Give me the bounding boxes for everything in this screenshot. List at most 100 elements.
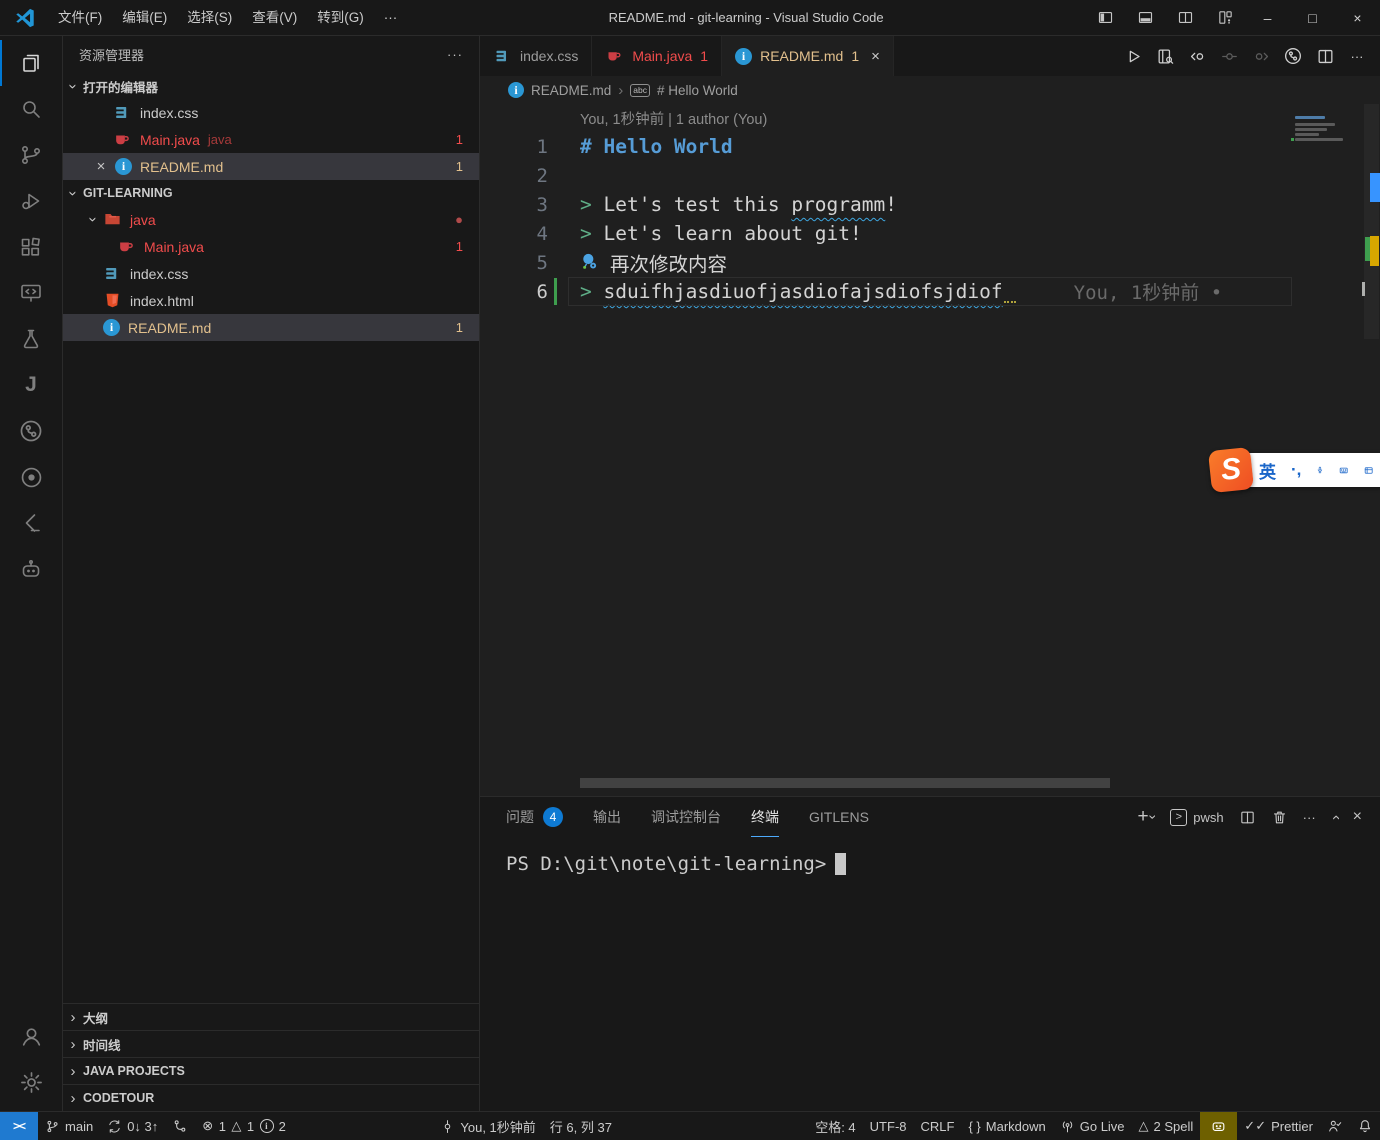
menu-view[interactable]: 查看(V) [242, 5, 307, 31]
remote-explorer-icon[interactable] [0, 270, 62, 316]
horizontal-scrollbar[interactable] [580, 778, 1110, 788]
run-button[interactable] [1118, 41, 1148, 71]
split-editor-icon[interactable] [1310, 41, 1340, 71]
spell-checker-status[interactable]: △2 Spell [1132, 1112, 1201, 1140]
ime-toolbox-icon[interactable] [1364, 461, 1373, 480]
terminal-shell-selector[interactable]: >pwsh [1170, 809, 1223, 826]
explorer-icon[interactable] [0, 40, 62, 86]
sogou-ime-toolbar[interactable]: S 英 ·, [1210, 449, 1380, 491]
markdown-preview-icon[interactable] [1150, 41, 1180, 71]
open-editor-readme-md[interactable]: × i README.md 1 [63, 153, 479, 180]
indentation-indicator[interactable]: 空格: 4 [808, 1112, 862, 1140]
notifications-bell-icon[interactable] [1350, 1112, 1380, 1140]
panel-more-actions-icon[interactable]: ··· [1303, 810, 1316, 825]
virtual-keyboard-icon[interactable] [1339, 461, 1348, 480]
encoding-indicator[interactable]: UTF-8 [863, 1112, 914, 1140]
extensions-icon[interactable] [0, 224, 62, 270]
maximize-panel-icon[interactable]: › [1331, 809, 1338, 826]
terminal-content[interactable]: PS D:\git\note\git-learning> [480, 837, 1380, 875]
ime-punctuation-mode[interactable]: ·, [1291, 460, 1301, 480]
minimize-button[interactable]: – [1245, 0, 1290, 36]
settings-gear-icon[interactable] [0, 1059, 62, 1105]
sync-indicator[interactable]: 0↓ 3↑ [100, 1112, 165, 1140]
account-icon[interactable] [0, 1013, 62, 1059]
cursor-position[interactable]: 行 6, 列 37 [543, 1112, 619, 1140]
codelens-authors[interactable]: You, 1秒钟前 | 1 author (You) [580, 108, 1380, 132]
language-mode[interactable]: { }Markdown [961, 1112, 1052, 1140]
breadcrumb-file[interactable]: README.md [531, 83, 611, 98]
gitlens-graph-icon[interactable] [1278, 41, 1308, 71]
problems-indicator[interactable]: ⊗1 △1 i2 [195, 1112, 293, 1140]
tree-file-index-css[interactable]: index.css [63, 260, 479, 287]
ime-language-mode[interactable]: 英 [1259, 458, 1276, 483]
chevron-down-icon: › [85, 210, 102, 230]
kill-terminal-icon[interactable] [1271, 809, 1288, 826]
open-editor-index-css[interactable]: index.css [63, 99, 479, 126]
tree-file-index-html[interactable]: index.html [63, 287, 479, 314]
section-outline[interactable]: ›大纲 [63, 1003, 479, 1030]
breadcrumb-symbol[interactable]: # Hello World [657, 83, 738, 98]
more-actions-icon[interactable]: ··· [1342, 41, 1372, 71]
java-icon[interactable]: iJ [0, 362, 62, 408]
menu-more[interactable]: ··· [374, 5, 408, 31]
tree-folder-java[interactable]: › java ● [63, 206, 479, 233]
menu-goto[interactable]: 转到(G) [307, 5, 374, 31]
ai-chat-icon[interactable] [0, 546, 62, 592]
ai-assistant-status-icon[interactable] [1200, 1112, 1237, 1140]
close-window-button[interactable]: × [1335, 0, 1380, 36]
search-icon[interactable] [0, 86, 62, 132]
run-debug-icon[interactable] [0, 178, 62, 224]
testing-icon[interactable] [0, 316, 62, 362]
open-editor-main-java[interactable]: Main.java java 1 [63, 126, 479, 153]
close-tab-icon[interactable]: × [871, 48, 880, 65]
tab-index-css[interactable]: index.css [480, 36, 592, 76]
sidebar-more-actions-icon[interactable]: ··· [447, 47, 463, 62]
close-icon[interactable]: × [93, 158, 109, 175]
panel-tab-gitlens[interactable]: GITLENS [809, 797, 869, 837]
source-control-icon[interactable] [0, 132, 62, 178]
gitlens-icon[interactable] [0, 408, 62, 454]
section-java-projects[interactable]: ›JAVA PROJECTS [63, 1057, 479, 1084]
sogou-logo[interactable]: S [1208, 447, 1254, 493]
menu-file[interactable]: 文件(F) [48, 5, 112, 31]
codetour-icon[interactable] [0, 454, 62, 500]
blame-indicator[interactable]: You, 1秒钟前 [433, 1112, 542, 1140]
open-editors-header[interactable]: › 打开的编辑器 [63, 73, 479, 99]
commit-graph-icon[interactable] [165, 1112, 195, 1140]
feedback-icon[interactable] [1320, 1112, 1350, 1140]
tab-main-java[interactable]: Main.java 1 [592, 36, 722, 76]
change-icon[interactable] [1214, 41, 1244, 71]
menu-selection[interactable]: 选择(S) [177, 5, 242, 31]
split-terminal-icon[interactable] [1239, 809, 1256, 826]
panel-tab-output[interactable]: 输出 [593, 797, 621, 837]
toggle-panel-icon[interactable] [1125, 0, 1165, 36]
toggle-sidebar-icon[interactable] [1085, 0, 1125, 36]
project-root-header[interactable]: › GIT-LEARNING [63, 180, 479, 206]
split-editor-layout-icon[interactable] [1165, 0, 1205, 36]
tab-readme-md[interactable]: i README.md 1 × [722, 36, 894, 76]
leetcode-icon[interactable] [0, 500, 62, 546]
prettier-status[interactable]: ✓✓Prettier [1237, 1112, 1320, 1140]
microphone-icon[interactable] [1316, 462, 1324, 478]
chevron-down-icon[interactable]: › [1145, 815, 1161, 820]
go-live-button[interactable]: Go Live [1053, 1112, 1132, 1140]
eol-indicator[interactable]: CRLF [914, 1112, 962, 1140]
close-panel-icon[interactable]: × [1353, 808, 1362, 826]
remote-indicator[interactable]: >< [0, 1112, 38, 1140]
new-terminal-button[interactable]: +› [1138, 806, 1156, 828]
next-change-icon[interactable] [1246, 41, 1276, 71]
tree-file-main-java[interactable]: Main.java 1 [63, 233, 479, 260]
line-number: 2 [480, 165, 568, 187]
branch-indicator[interactable]: main [38, 1112, 100, 1140]
panel-tab-problems[interactable]: 问题4 [506, 797, 563, 837]
tree-file-readme-md[interactable]: i README.md 1 [63, 314, 479, 341]
menu-edit[interactable]: 编辑(E) [112, 5, 177, 31]
previous-change-icon[interactable] [1182, 41, 1212, 71]
customize-layout-icon[interactable] [1205, 0, 1245, 36]
panel-tab-terminal[interactable]: 终端 [751, 797, 779, 837]
section-codetour[interactable]: ›CODETOUR [63, 1084, 479, 1111]
maximize-button[interactable]: □ [1290, 0, 1335, 36]
section-timeline[interactable]: ›时间线 [63, 1030, 479, 1057]
panel-tab-debug-console[interactable]: 调试控制台 [651, 797, 721, 837]
minimap-slider[interactable] [1364, 104, 1379, 339]
